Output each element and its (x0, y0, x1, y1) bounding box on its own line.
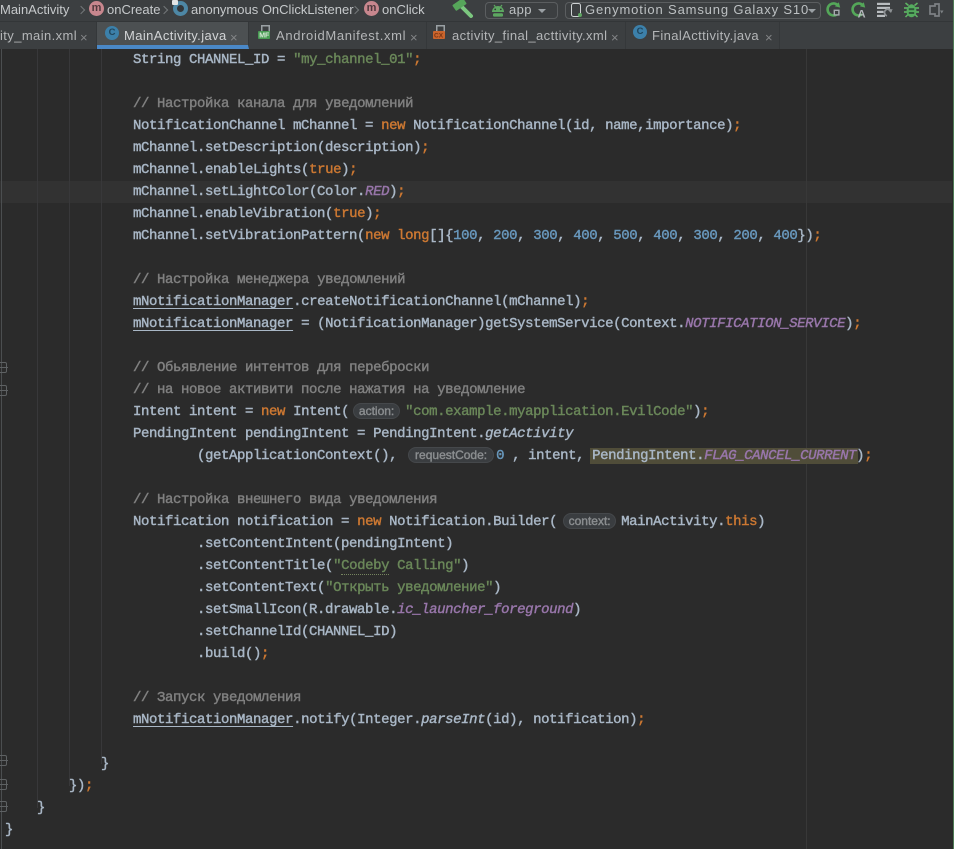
svg-text:CX: CX (434, 33, 444, 40)
svg-text:A: A (858, 8, 866, 19)
svg-text:MF: MF (259, 33, 270, 40)
